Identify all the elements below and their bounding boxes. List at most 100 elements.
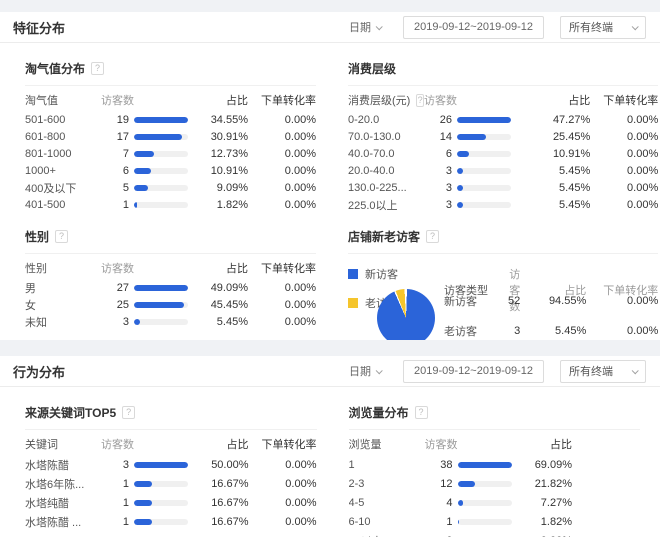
table-row: 水塔6年陈... 1 16.67% 0.00% (25, 474, 317, 493)
chevron-down-icon (631, 22, 639, 30)
new-old-section-title: 店铺新老访客 (348, 230, 421, 244)
pageviews-section-title: 浏览量分布 (348, 406, 409, 420)
table-row: 130.0-225... 3 5.45% 0.00% (348, 179, 658, 196)
col-header: 访客数 (424, 95, 457, 107)
share-percent: 7.27% (540, 496, 572, 509)
row-label: 801-1000 (25, 147, 72, 160)
terminal-select[interactable]: 所有终端 (560, 15, 646, 39)
analytics-page: 特征分布 日期 2019-09-12~2019-09-12 所有终端 淘气值分布… (0, 0, 660, 537)
terminal-select[interactable]: 所有终端 (560, 359, 646, 383)
date-range-value: 2019-09-12~2019-09-12 (414, 365, 533, 377)
behavior-panel-header: 行为分布 日期 2019-09-12~2019-09-12 所有终端 (0, 356, 660, 387)
bar-fill (457, 116, 511, 123)
col-header: 下单转化率 (603, 95, 659, 107)
bar-track (134, 116, 188, 123)
table-row: 20.0-40.0 3 5.45% 0.00% (348, 162, 658, 179)
help-icon[interactable]: ? (55, 230, 69, 243)
conversion-percent: 0.00% (627, 147, 659, 160)
divider (25, 429, 317, 430)
help-icon[interactable]: ? (426, 230, 440, 243)
row-label: 70.0-130.0 (348, 130, 401, 143)
help-icon[interactable]: ? (122, 406, 136, 419)
share-percent: 16.67% (211, 496, 249, 509)
visitor-bar-cell: 3 (424, 182, 530, 194)
date-type-label: 日期 (349, 22, 372, 34)
bar-fill (134, 480, 152, 487)
date-range-picker[interactable]: 2019-09-12~2019-09-12 (403, 359, 544, 383)
divider (25, 253, 316, 254)
bar-fill (457, 184, 464, 191)
help-icon[interactable]: ? (416, 93, 424, 107)
table-row: 未知 3 5.45% 0.00% (25, 313, 316, 330)
new-old-table: 访客类型 访客数 占比 下单转化率 新访客 52 94.55% 0.00% 老访… (444, 266, 658, 340)
share-percent: 30.91% (210, 130, 248, 143)
visitor-count: 4 (446, 496, 453, 509)
visitor-count: 1 (122, 496, 129, 509)
bar-track (457, 184, 511, 191)
help-icon[interactable]: ? (91, 62, 105, 75)
divider (25, 85, 316, 86)
visitor-bar-cell: 19 (101, 114, 188, 126)
date-type-dropdown[interactable]: 日期 (349, 19, 383, 35)
consume-table-header: 消费层级(元) ? 访客数 占比 下单转化率 (348, 89, 658, 111)
table-row: 水塔陈醋 3 50.00% 0.00% (25, 455, 317, 474)
bar-track (134, 318, 188, 325)
table-row: 501-600 19 34.55% 0.00% (25, 111, 316, 128)
keywords-section-title: 来源关键词TOP5 (25, 406, 117, 420)
help-icon[interactable]: ? (414, 406, 428, 419)
bar-fill (457, 499, 464, 506)
date-range-picker[interactable]: 2019-09-12~2019-09-12 (403, 15, 544, 39)
visitor-count: 27 (116, 281, 129, 294)
divider (348, 85, 659, 86)
visitor-count: 3 (445, 164, 452, 177)
bar-fill (134, 461, 188, 468)
date-type-dropdown[interactable]: 日期 (349, 363, 383, 379)
col-header: 占比 (226, 263, 248, 275)
table-row: 0-20.0 26 47.27% 0.00% (348, 111, 658, 128)
date-range-value: 2019-09-12~2019-09-12 (414, 21, 533, 33)
gender-table-header: 性别 访客数 占比 下单转化率 (25, 257, 316, 279)
row-label: 601-800 (25, 130, 66, 143)
conversion-percent: 0.00% (284, 181, 316, 194)
share-percent: 50.00% (211, 458, 249, 471)
table-row: 225.0以上 3 5.45% 0.00% (348, 196, 658, 213)
conversion-percent: 0.00% (627, 130, 659, 143)
row-label: 水塔陈醋 (25, 459, 69, 472)
bar-fill (134, 167, 152, 174)
share-percent: 1.82% (216, 198, 248, 211)
behavior-distribution-panel: 行为分布 日期 2019-09-12~2019-09-12 所有终端 来源关键词… (0, 356, 660, 537)
col-header: 占比 (226, 95, 248, 107)
conversion-percent: 0.00% (285, 477, 317, 490)
share-percent: 5.45% (559, 164, 591, 177)
conversion-percent: 0.00% (284, 130, 316, 143)
bar-track (134, 184, 188, 191)
conversion-percent: 0.00% (627, 164, 659, 177)
bar-track (134, 133, 188, 140)
pageviews-table-header: 浏览量 访客数 占比 (349, 433, 641, 455)
visitor-count: 1 (122, 515, 129, 528)
conversion-percent: 0.00% (284, 198, 316, 211)
taoqi-table-header: 淘气值 访客数 占比 下单转化率 (25, 89, 316, 111)
visitor-bar-cell: 3 (101, 316, 188, 328)
legend-swatch (348, 269, 358, 279)
bar-track (457, 201, 511, 208)
bar-track (457, 150, 511, 157)
row-label: 老访客 (444, 326, 477, 338)
visitor-count: 5 (122, 181, 129, 194)
table-row: 1 38 69.09% (349, 455, 641, 474)
visitor-bar-cell: 1 (101, 478, 189, 490)
bar-fill (134, 318, 140, 325)
bar-track (134, 201, 188, 208)
share-percent: 5.45% (216, 315, 248, 328)
legend-item[interactable]: 新访客 (348, 266, 444, 282)
visitor-bar-cell: 38 (425, 459, 513, 471)
bar-track (457, 167, 511, 174)
share-percent: 10.91% (210, 164, 248, 177)
table-row: 601-800 17 30.91% 0.00% (25, 128, 316, 145)
col-header: 访客数 (101, 263, 134, 275)
conversion-percent: 0.00% (284, 113, 316, 126)
row-label: 40.0-70.0 (348, 147, 395, 160)
conversion-percent: 0.00% (285, 515, 317, 528)
bar-fill (134, 116, 188, 123)
table-row: 40.0-70.0 6 10.91% 0.00% (348, 145, 658, 162)
